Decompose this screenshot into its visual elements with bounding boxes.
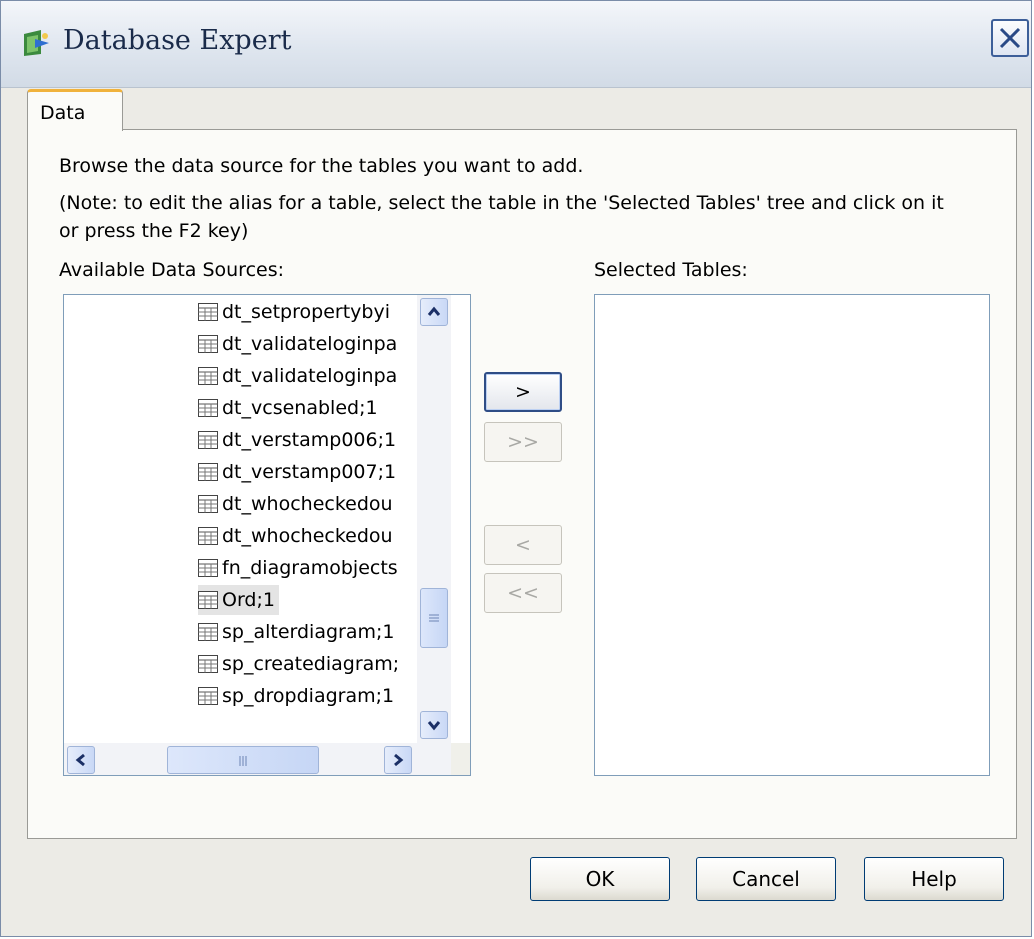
table-icon	[198, 655, 218, 673]
table-icon	[198, 495, 218, 513]
list-item[interactable]: sp_alterdiagram;1	[198, 617, 399, 647]
list-item[interactable]: dt_whocheckedou	[198, 489, 397, 519]
window-title: Database Expert	[63, 25, 292, 56]
list-item-label: dt_whocheckedou	[222, 493, 393, 515]
horizontal-scroll-thumb[interactable]	[167, 746, 319, 774]
note-text-line1: (Note: to edit the alias for a table, se…	[59, 192, 944, 214]
help-button[interactable]: Help	[864, 857, 1004, 901]
available-data-sources-label: Available Data Sources:	[59, 259, 285, 281]
scroll-down-button[interactable]	[420, 711, 448, 739]
scroll-up-button[interactable]	[420, 298, 448, 326]
horizontal-scrollbar[interactable]	[64, 743, 451, 775]
chevron-down-icon	[427, 721, 441, 731]
list-item-label: dt_vcsenabled;1	[222, 397, 378, 419]
list-item-label: dt_verstamp006;1	[222, 429, 397, 451]
ok-button[interactable]: OK	[530, 857, 670, 901]
add-all-tables-button[interactable]: >>	[484, 422, 562, 462]
add-table-button[interactable]: >	[484, 372, 562, 412]
list-item[interactable]: dt_whocheckedou	[198, 521, 397, 551]
grip-icon	[429, 614, 439, 622]
chevron-right-icon	[394, 753, 404, 767]
note-text-line2: or press the F2 key)	[59, 220, 249, 242]
list-item[interactable]: fn_diagramobjects	[198, 553, 402, 583]
table-icon	[198, 559, 218, 577]
table-icon	[198, 431, 218, 449]
selected-tables-label: Selected Tables:	[594, 259, 748, 281]
list-item-label: dt_setpropertybyi	[222, 301, 390, 323]
list-item-label: dt_validateloginpa	[222, 333, 398, 355]
table-icon	[198, 335, 218, 353]
chevron-left-icon	[75, 753, 85, 767]
list-item[interactable]: dt_validateloginpa	[198, 329, 401, 359]
remove-all-tables-button[interactable]: <<	[484, 573, 562, 613]
grip-icon	[239, 756, 247, 766]
vertical-scroll-thumb[interactable]	[420, 588, 448, 648]
database-expert-dialog: Database Expert Data Browse the data sou…	[0, 0, 1032, 937]
instruction-text: Browse the data source for the tables yo…	[59, 155, 584, 177]
remove-table-button[interactable]: <	[484, 525, 562, 565]
list-item-label: Ord;1	[222, 589, 275, 611]
scroll-right-button[interactable]	[384, 746, 412, 774]
table-icon	[198, 687, 218, 705]
table-icon	[198, 463, 218, 481]
cancel-button[interactable]: Cancel	[696, 857, 836, 901]
list-item-label: sp_creatediagram;	[222, 653, 400, 675]
scroll-left-button[interactable]	[67, 746, 95, 774]
table-icon	[198, 399, 218, 417]
tab-data[interactable]: Data	[27, 89, 123, 131]
list-item-label: sp_dropdiagram;1	[222, 685, 395, 707]
list-item[interactable]: dt_verstamp006;1	[198, 425, 400, 455]
scrollbar-corner	[451, 743, 470, 775]
chevron-up-icon	[427, 306, 441, 316]
selected-tables-tree[interactable]	[594, 294, 990, 776]
data-tab-panel: Browse the data source for the tables yo…	[27, 129, 1017, 839]
vertical-scrollbar[interactable]	[417, 295, 451, 743]
available-data-sources-tree[interactable]: dt_setpropertybyi dt_validateloginpa dt_va…	[63, 294, 471, 776]
list-item-label: dt_verstamp007;1	[222, 461, 397, 483]
table-icon	[198, 367, 218, 385]
list-item[interactable]: dt_verstamp007;1	[198, 457, 400, 487]
list-item-label: fn_diagramobjects	[222, 557, 398, 579]
table-icon	[198, 527, 218, 545]
list-item-label: dt_whocheckedou	[222, 525, 393, 547]
table-icon	[198, 303, 218, 321]
list-item[interactable]: Ord;1	[198, 585, 279, 615]
table-icon	[198, 623, 218, 641]
list-item-label: dt_validateloginpa	[222, 365, 398, 387]
list-item[interactable]: dt_validateloginpa	[198, 361, 401, 391]
list-item[interactable]: sp_creatediagram;	[198, 649, 403, 679]
close-button[interactable]	[991, 19, 1029, 57]
list-item[interactable]: sp_dropdiagram;1	[198, 681, 398, 711]
list-item-label: sp_alterdiagram;1	[222, 621, 395, 643]
database-expert-icon	[24, 30, 49, 56]
list-item[interactable]: dt_setpropertybyi	[198, 297, 394, 327]
table-icon	[198, 591, 218, 609]
title-bar: Database Expert	[1, 1, 1031, 88]
list-item[interactable]: dt_vcsenabled;1	[198, 393, 382, 423]
close-icon	[999, 27, 1021, 49]
